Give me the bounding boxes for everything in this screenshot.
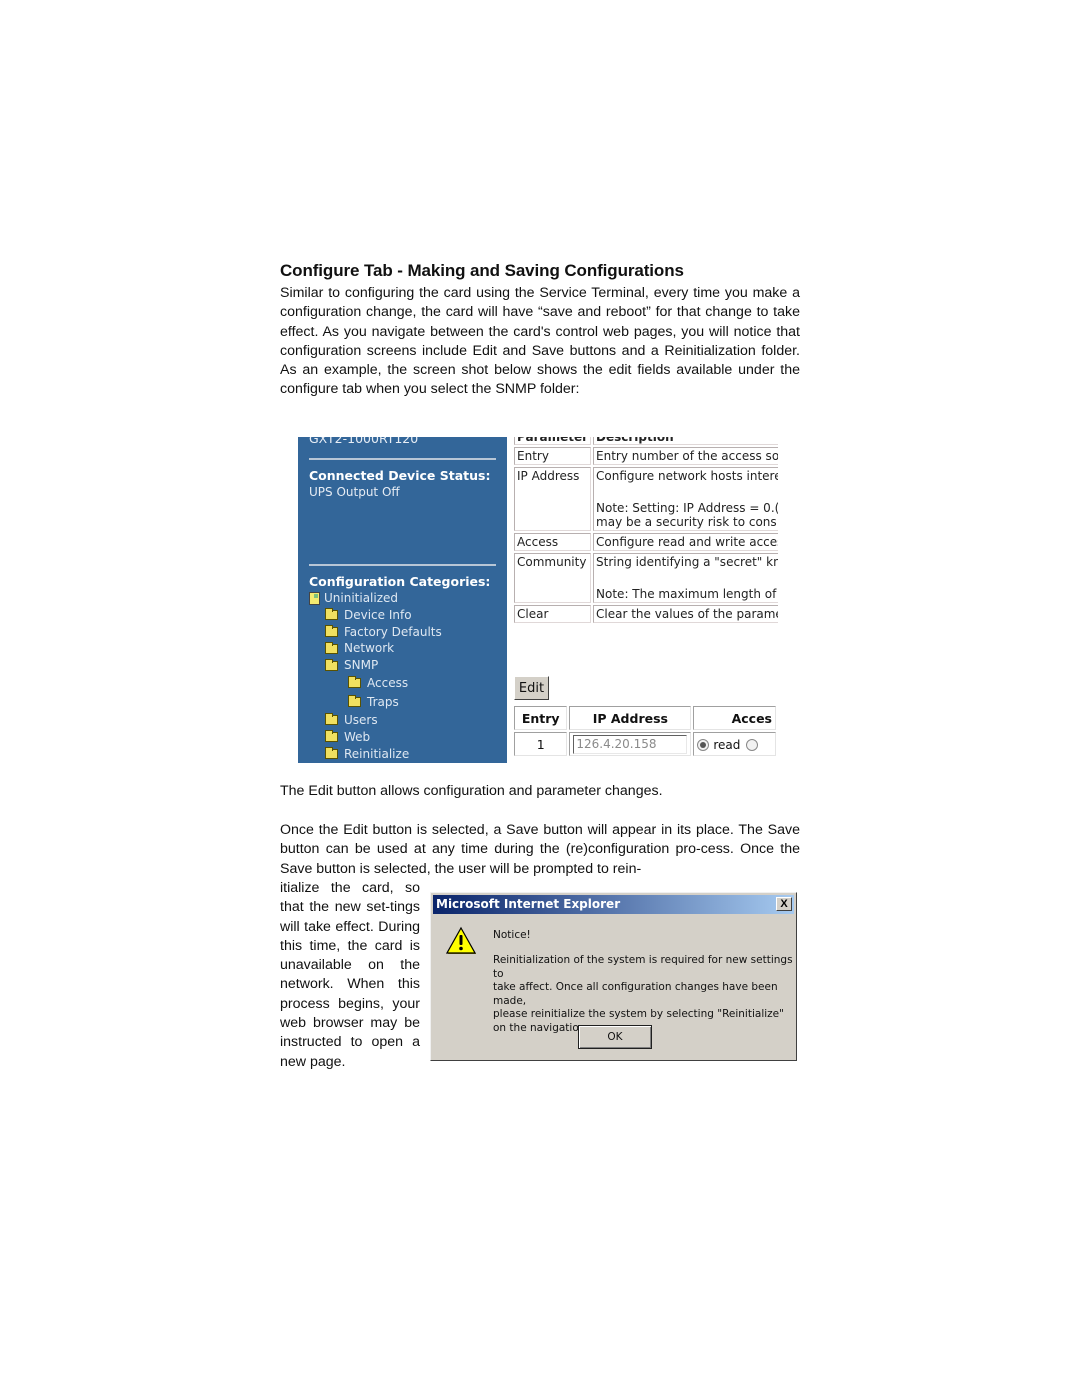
folder-icon — [325, 746, 338, 759]
save-button-paragraph: Once the Edit button is selected, a Save… — [280, 822, 800, 877]
table-header-row: Entry IP Address Acces — [514, 706, 776, 730]
access-entries-table: Entry IP Address Acces 1 read — [512, 704, 778, 758]
tree-item-users[interactable]: Users — [309, 712, 442, 729]
desc-line: may be a security risk to cons — [596, 515, 777, 529]
param-desc: Entry number of the access so — [593, 447, 778, 465]
tree-item-label: SNMP — [344, 658, 379, 673]
section-heading: Configure Tab - Making and Saving Config… — [280, 261, 684, 280]
edit-button-paragraph: The Edit button allows configuration and… — [280, 783, 663, 799]
tree-item-label: Traps — [367, 695, 399, 710]
folder-icon — [325, 641, 338, 654]
table-row: IP Address Configure network hosts inter… — [514, 467, 778, 531]
table-header-row: Parameter Description — [514, 437, 778, 445]
column-header: Parameter — [514, 437, 592, 445]
folder-icon — [325, 658, 338, 671]
desc-line: Note: The maximum length of t — [596, 587, 778, 601]
desc-line: Note: Setting: IP Address = 0.( — [596, 501, 778, 515]
param-desc: Configure network hosts intere: Note: Se… — [593, 467, 778, 531]
tree-item-label: Uninitialized — [324, 591, 399, 605]
table-row: Community String identifying a "secret" … — [514, 553, 778, 603]
status-heading: Connected Device Status: — [309, 468, 491, 483]
param-name: Clear — [514, 605, 592, 623]
param-desc: Configure read and write acces — [593, 533, 778, 551]
radio-label: read — [713, 737, 741, 752]
folder-icon — [348, 695, 361, 708]
param-desc: String identifying a "secret" kn Note: T… — [593, 553, 778, 603]
ip-address-input[interactable] — [573, 734, 688, 754]
desc-line: Configure network hosts intere: — [596, 469, 778, 483]
tree-item-label: Reinitialize — [344, 746, 410, 761]
param-name: Access — [514, 533, 592, 551]
column-header: Description — [593, 437, 778, 445]
notice-dialog: Microsoft Internet Explorer X Notice! Re… — [430, 892, 797, 1061]
category-tree: Uninitialized Device Info Factory Defaul… — [309, 590, 442, 762]
sidebar-divider — [309, 564, 496, 566]
notice-message: Reinitialization of the system is requir… — [493, 954, 793, 1034]
entry-number: 1 — [514, 732, 568, 756]
status-value: UPS Output Off — [309, 485, 400, 499]
reinitialize-paragraph: itialize the card, so that the new set-t… — [280, 880, 420, 1070]
param-name: IP Address — [514, 467, 592, 531]
param-name: Community — [514, 553, 592, 603]
access-cell: read — [693, 732, 776, 756]
column-header-ip: IP Address — [569, 706, 692, 730]
tree-item-label: Users — [344, 712, 378, 727]
table-row: 1 read — [514, 732, 776, 756]
tree-item-web[interactable]: Web — [309, 729, 442, 746]
dialog-titlebar[interactable]: Microsoft Internet Explorer X — [433, 895, 794, 914]
tree-item-snmp[interactable]: SNMP — [309, 657, 442, 674]
ok-button[interactable]: OK — [578, 1025, 652, 1049]
page-icon — [309, 591, 320, 605]
tree-item-label: Device Info — [344, 607, 412, 622]
dialog-title: Microsoft Internet Explorer — [436, 897, 621, 911]
tree-item-label: Factory Defaults — [344, 624, 442, 639]
close-button[interactable]: X — [776, 897, 792, 911]
edit-button[interactable]: Edit — [514, 676, 549, 700]
device-name: GXT2-1000RT120 — [309, 437, 419, 446]
access-write-radio[interactable] — [746, 738, 759, 751]
desc-line: String identifying a "secret" kn — [596, 555, 778, 569]
tree-item-reinitialize[interactable]: Reinitialize — [309, 746, 442, 763]
desc-spacer — [596, 483, 778, 501]
close-icon: X — [780, 898, 788, 910]
notice-title: Notice! — [493, 929, 531, 941]
tree-item-label: Network — [344, 641, 395, 656]
folder-icon — [325, 713, 338, 726]
tree-item-device-info[interactable]: Device Info — [309, 607, 442, 624]
tree-item-traps[interactable]: Traps — [309, 693, 442, 712]
folder-icon — [325, 730, 338, 743]
intro-paragraph: Similar to configuring the card using th… — [280, 285, 800, 398]
categories-heading: Configuration Categories: — [309, 574, 491, 589]
config-sidebar: GXT2-1000RT120 Connected Device Status: … — [298, 437, 507, 763]
tree-item-factory-defaults[interactable]: Factory Defaults — [309, 624, 442, 641]
folder-icon — [325, 624, 338, 637]
table-row: Access Configure read and write acces — [514, 533, 778, 551]
parameter-table: Parameter Description Entry Entry number… — [512, 437, 778, 625]
tree-item-access[interactable]: Access — [309, 674, 442, 693]
tree-item-label: Access — [367, 676, 409, 691]
table-row: Clear Clear the values of the paramet — [514, 605, 778, 623]
warning-icon — [446, 926, 476, 954]
tree-item-uninitialized[interactable]: Uninitialized — [309, 590, 442, 607]
sidebar-divider — [309, 458, 496, 460]
param-desc: Clear the values of the paramet — [593, 605, 778, 623]
folder-icon — [325, 608, 338, 621]
desc-spacer — [596, 569, 778, 587]
snmp-config-screenshot: GXT2-1000RT120 Connected Device Status: … — [298, 437, 778, 763]
param-name: Entry — [514, 447, 592, 465]
tree-item-label: Web — [344, 729, 371, 744]
ip-cell — [569, 732, 692, 756]
folder-icon — [348, 676, 361, 689]
column-header-access: Acces — [693, 706, 776, 730]
access-read-radio[interactable] — [697, 738, 710, 751]
column-header-entry: Entry — [514, 706, 568, 730]
table-row: Entry Entry number of the access so — [514, 447, 778, 465]
tree-item-network[interactable]: Network — [309, 640, 442, 657]
